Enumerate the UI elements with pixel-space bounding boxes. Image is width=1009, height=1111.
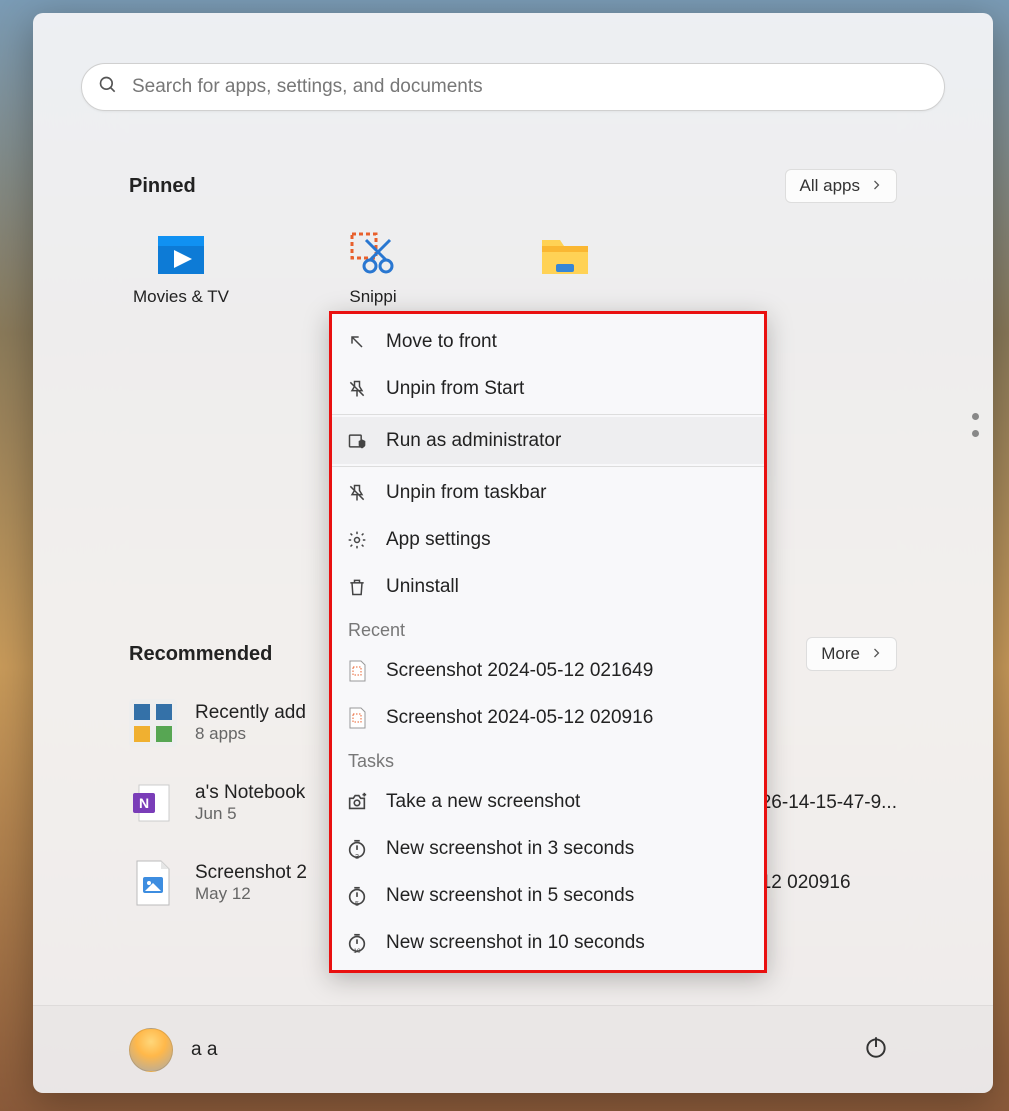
search-icon [98, 75, 118, 100]
cm-unpin-from-taskbar[interactable]: Unpin from taskbar [332, 469, 764, 516]
svg-text:10: 10 [353, 948, 361, 954]
dot [972, 430, 979, 437]
pinned-label: Snippi [349, 287, 396, 307]
rec-sub: May 12 [195, 884, 307, 904]
search-container [33, 13, 993, 111]
separator [332, 414, 764, 415]
start-footer: a a [33, 1005, 993, 1093]
cm-label: Move to front [386, 331, 497, 353]
cm-recent-header: Recent [332, 610, 764, 647]
cm-task-new-screenshot[interactable]: Take a new screenshot [332, 778, 764, 825]
snip-file-icon [346, 660, 368, 682]
more-label: More [821, 644, 860, 664]
start-menu: Pinned All apps Movies & TV Snippi [33, 13, 993, 1093]
chevron-right-icon [870, 176, 882, 196]
timer-3-icon: 3 [346, 838, 368, 860]
cm-uninstall[interactable]: Uninstall [332, 563, 764, 610]
rec-title: Recently add [195, 702, 306, 724]
cm-run-as-admin[interactable]: Run as administrator [332, 417, 764, 464]
recommended-title: Recommended [129, 643, 272, 666]
search-box[interactable] [81, 63, 945, 111]
separator [332, 466, 764, 467]
chevron-right-icon [870, 644, 882, 664]
pinned-grid: Movies & TV Snippi [129, 231, 897, 307]
snipping-tool-icon [349, 231, 397, 279]
pinned-title: Pinned [129, 175, 196, 198]
svg-text:3: 3 [355, 852, 359, 860]
gear-icon [346, 529, 368, 551]
unpin-icon [346, 482, 368, 504]
power-button[interactable] [855, 1026, 897, 1073]
cm-task-delay-10[interactable]: 10 New screenshot in 10 seconds [332, 919, 764, 966]
rec-title: Screenshot 2 [195, 862, 307, 884]
all-apps-label: All apps [800, 176, 860, 196]
search-input[interactable] [132, 76, 928, 98]
cm-label: Run as administrator [386, 430, 561, 452]
more-button[interactable]: More [806, 637, 897, 671]
cm-task-delay-3[interactable]: 3 New screenshot in 3 seconds [332, 825, 764, 872]
cm-label: New screenshot in 10 seconds [386, 932, 645, 954]
pinned-app-movies-tv[interactable]: Movies & TV [129, 231, 233, 307]
cm-label: Unpin from Start [386, 378, 524, 400]
timer-5-icon: 5 [346, 885, 368, 907]
avatar [129, 1028, 173, 1072]
pinned-app-snipping-tool[interactable]: Snippi [321, 231, 425, 307]
cm-recent-file[interactable]: Screenshot 2024-05-12 021649 [332, 647, 764, 694]
camera-plus-icon [346, 791, 368, 813]
dot [972, 413, 979, 420]
image-file-icon [129, 859, 177, 907]
cm-label: Screenshot 2024-05-12 020916 [386, 707, 653, 729]
arrow-up-left-icon [346, 331, 368, 353]
cm-label: Unpin from taskbar [386, 482, 547, 504]
pinned-section: Pinned All apps Movies & TV Snippi [33, 111, 993, 307]
power-icon [863, 1047, 889, 1064]
pinned-header: Pinned All apps [129, 169, 897, 203]
snip-file-icon [346, 707, 368, 729]
unpin-icon [346, 378, 368, 400]
rec-title: a's Notebook [195, 782, 305, 804]
cm-move-to-front[interactable]: Move to front [332, 318, 764, 365]
onenote-icon: N [129, 779, 177, 827]
cm-tasks-header: Tasks [332, 741, 764, 778]
cm-label: New screenshot in 3 seconds [386, 838, 634, 860]
timer-10-icon: 10 [346, 932, 368, 954]
cm-label: Take a new screenshot [386, 791, 580, 813]
cm-recent-file[interactable]: Screenshot 2024-05-12 020916 [332, 694, 764, 741]
apps-group-icon [129, 699, 177, 747]
cm-label: Screenshot 2024-05-12 021649 [386, 660, 653, 682]
svg-text:N: N [139, 795, 149, 811]
pinned-app-file-explorer[interactable] [513, 231, 617, 307]
user-name: a a [191, 1039, 217, 1061]
all-apps-button[interactable]: All apps [785, 169, 897, 203]
cm-label: App settings [386, 529, 491, 551]
context-menu: Move to front Unpin from Start Run as ad… [329, 311, 767, 973]
file-explorer-icon [541, 231, 589, 279]
cm-unpin-from-start[interactable]: Unpin from Start [332, 365, 764, 412]
svg-text:5: 5 [355, 899, 359, 907]
rec-sub: Jun 5 [195, 804, 305, 824]
page-dots[interactable] [972, 413, 979, 437]
cm-label: Uninstall [386, 576, 459, 598]
movies-tv-icon [157, 231, 205, 279]
trash-icon [346, 576, 368, 598]
rec-sub: 8 apps [195, 724, 306, 744]
shield-admin-icon [346, 430, 368, 452]
user-button[interactable]: a a [129, 1028, 217, 1072]
cm-app-settings[interactable]: App settings [332, 516, 764, 563]
pinned-label: Movies & TV [133, 287, 229, 307]
cm-task-delay-5[interactable]: 5 New screenshot in 5 seconds [332, 872, 764, 919]
cm-label: New screenshot in 5 seconds [386, 885, 634, 907]
